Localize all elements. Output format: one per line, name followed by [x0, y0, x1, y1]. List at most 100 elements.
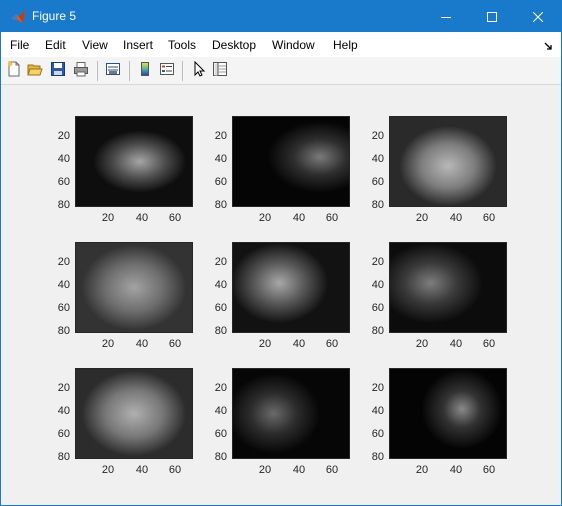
y-tick: 60 [214, 176, 227, 188]
x-tick: 60 [325, 338, 339, 350]
y-tick: 40 [57, 405, 70, 417]
matlab-icon [10, 9, 26, 25]
y-tick: 80 [371, 199, 384, 211]
menu-edit[interactable]: Edit [45, 38, 66, 52]
x-tick: 60 [325, 212, 339, 224]
subplot-4[interactable]: 20 40 60 80 20 40 60 [49, 242, 197, 352]
y-tick: 40 [214, 405, 227, 417]
link-plot-button[interactable] [103, 60, 123, 80]
menu-insert[interactable]: Insert [123, 38, 153, 52]
x-tick: 20 [415, 338, 429, 350]
save-button[interactable] [48, 60, 68, 80]
insert-legend-button[interactable] [157, 60, 177, 80]
y-tick: 20 [214, 382, 227, 394]
face-image [232, 242, 350, 333]
subplot-2[interactable]: 20 40 60 80 20 40 60 [206, 116, 354, 226]
edit-plot-icon [191, 60, 207, 80]
print-button[interactable] [71, 60, 91, 80]
save-icon [50, 61, 66, 80]
menu-view[interactable]: View [82, 38, 108, 52]
y-tick: 20 [57, 130, 70, 142]
property-inspector-icon [212, 61, 228, 80]
menu-window[interactable]: Window [272, 38, 315, 52]
y-tick: 80 [371, 451, 384, 463]
x-tick: 40 [449, 212, 463, 224]
x-tick: 40 [135, 338, 149, 350]
x-tick: 60 [482, 338, 496, 350]
face-image [232, 116, 350, 207]
y-tick: 80 [214, 199, 227, 211]
y-tick: 80 [57, 451, 70, 463]
dock-arrow-icon[interactable] [544, 40, 553, 50]
y-tick: 80 [214, 451, 227, 463]
menu-file[interactable]: File [10, 38, 29, 52]
x-tick: 20 [101, 464, 115, 476]
x-tick: 20 [258, 338, 272, 350]
y-tick: 40 [371, 405, 384, 417]
subplot-9[interactable]: 20 40 60 80 20 40 60 [363, 368, 511, 478]
y-tick: 60 [57, 428, 70, 440]
insert-colorbar-icon [137, 61, 153, 80]
y-tick: 20 [57, 256, 70, 268]
y-tick: 80 [214, 325, 227, 337]
y-tick: 40 [214, 279, 227, 291]
property-inspector-button[interactable] [210, 60, 230, 80]
link-plot-icon [105, 61, 121, 80]
maximize-icon [487, 11, 497, 22]
y-tick: 60 [57, 176, 70, 188]
subplot-5[interactable]: 20 40 60 80 20 40 60 [206, 242, 354, 352]
close-icon [533, 11, 543, 22]
y-tick: 40 [214, 153, 227, 165]
x-tick: 20 [415, 464, 429, 476]
x-tick: 20 [101, 212, 115, 224]
y-tick: 60 [214, 428, 227, 440]
subplot-8[interactable]: 20 40 60 80 20 40 60 [206, 368, 354, 478]
figure-canvas[interactable]: 20 40 60 80 20 40 60 20 40 60 80 20 40 6… [1, 86, 561, 505]
x-tick: 60 [168, 338, 182, 350]
insert-legend-icon [159, 61, 175, 80]
figure-window: Figure 5 File Edit View Insert Tools Des… [0, 0, 562, 506]
y-tick: 60 [371, 428, 384, 440]
print-icon [73, 61, 89, 80]
subplot-7[interactable]: 20 40 60 80 20 40 60 [49, 368, 197, 478]
face-image [232, 368, 350, 459]
minimize-icon [441, 12, 451, 22]
y-tick: 60 [371, 302, 384, 314]
maximize-button[interactable] [469, 1, 515, 32]
toolbar-separator [129, 61, 130, 81]
open-file-icon [27, 61, 43, 80]
y-tick: 80 [371, 325, 384, 337]
y-tick: 20 [57, 382, 70, 394]
title-bar[interactable]: Figure 5 [1, 1, 561, 32]
y-tick: 80 [57, 325, 70, 337]
subplot-3[interactable]: 20 40 60 80 20 40 60 [363, 116, 511, 226]
toolbar-separator [182, 61, 183, 81]
subplot-1[interactable]: 20 40 60 80 20 40 60 [49, 116, 197, 226]
window-title: Figure 5 [32, 9, 77, 23]
new-figure-button[interactable] [4, 60, 24, 80]
subplot-6[interactable]: 20 40 60 80 20 40 60 [363, 242, 511, 352]
y-tick: 20 [371, 256, 384, 268]
y-tick: 80 [57, 199, 70, 211]
x-tick: 40 [449, 464, 463, 476]
menu-tools[interactable]: Tools [168, 38, 196, 52]
face-image [389, 242, 507, 333]
insert-colorbar-button[interactable] [135, 60, 155, 80]
close-button[interactable] [515, 1, 561, 32]
y-tick: 60 [371, 176, 384, 188]
x-tick: 60 [482, 212, 496, 224]
open-file-button[interactable] [25, 60, 45, 80]
y-tick: 20 [371, 130, 384, 142]
face-image [75, 368, 193, 459]
y-tick: 40 [371, 279, 384, 291]
x-tick: 40 [135, 212, 149, 224]
x-tick: 40 [292, 338, 306, 350]
edit-plot-button[interactable] [189, 60, 209, 80]
menu-desktop[interactable]: Desktop [212, 38, 256, 52]
x-tick: 20 [101, 338, 115, 350]
minimize-button[interactable] [423, 1, 469, 32]
menu-help[interactable]: Help [333, 38, 358, 52]
y-tick: 20 [214, 256, 227, 268]
y-tick: 20 [371, 382, 384, 394]
y-tick: 40 [57, 153, 70, 165]
